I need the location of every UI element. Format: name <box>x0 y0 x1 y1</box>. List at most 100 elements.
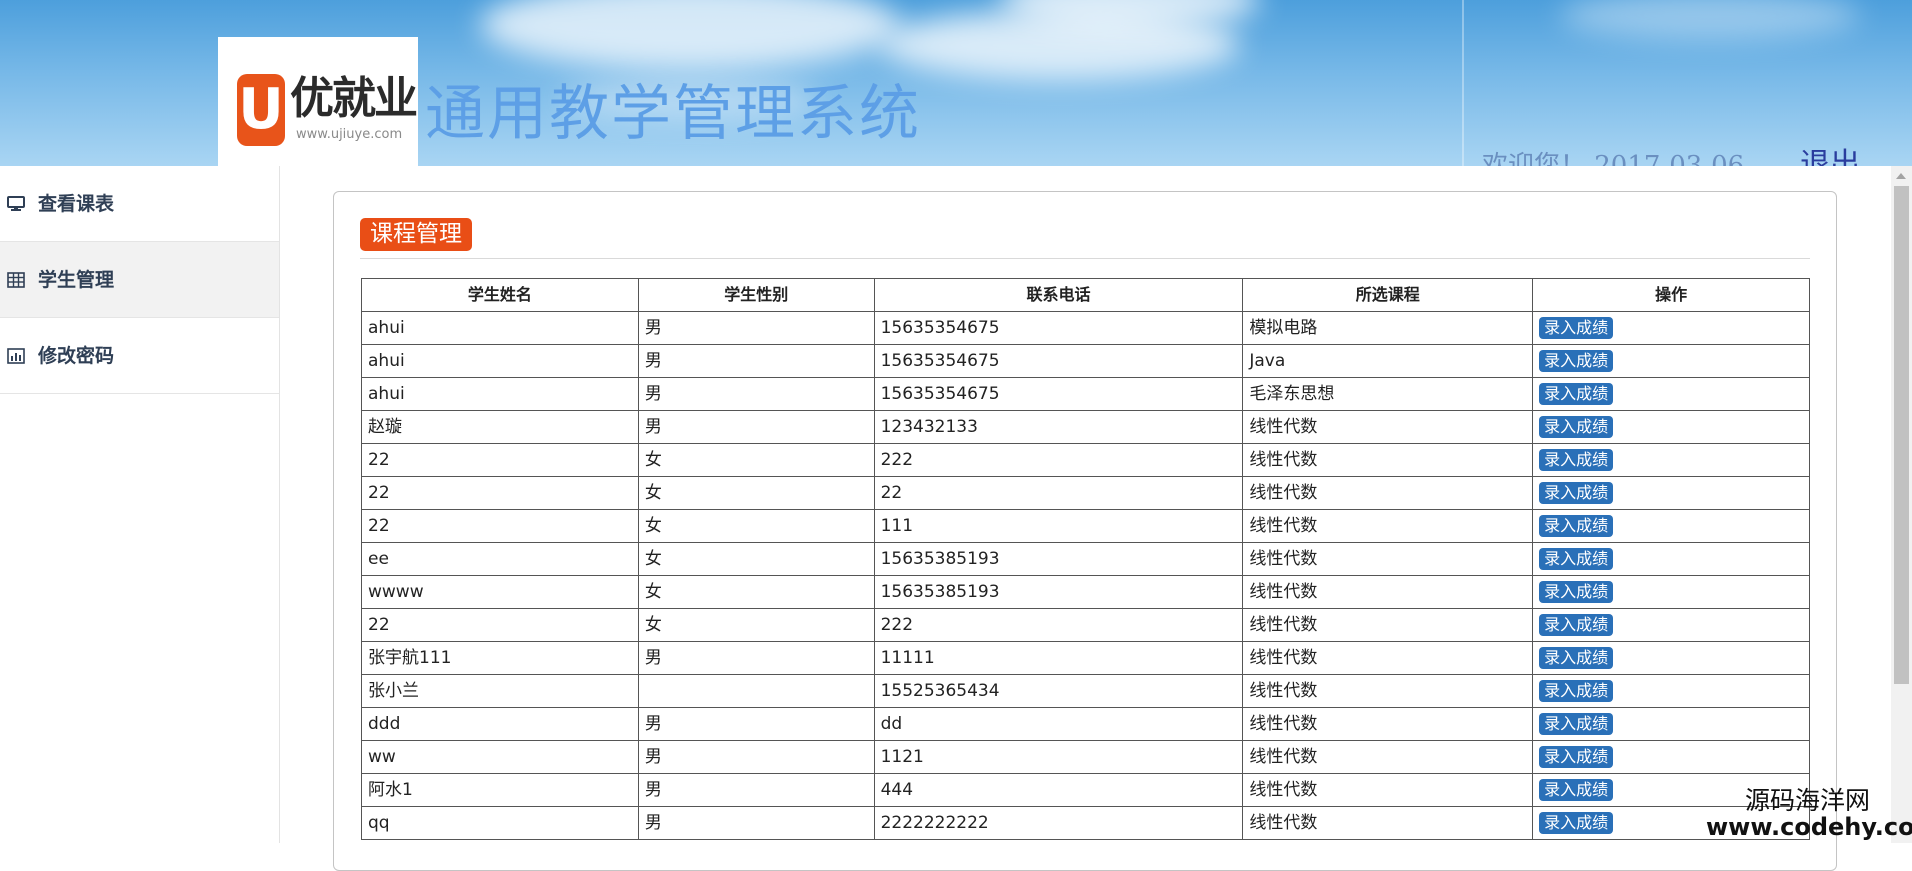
cell-action: 录入成绩 <box>1532 740 1810 774</box>
panel-title: 课程管理 <box>360 218 472 251</box>
cell-action: 录入成绩 <box>1532 410 1810 444</box>
cell-gender: 男 <box>637 740 875 774</box>
table-row: 张宇航111 男 11111 线性代数 录入成绩 <box>361 641 1810 675</box>
watermark-text: 源码海洋网 <box>1745 786 1871 815</box>
enter-grade-button[interactable]: 录入成绩 <box>1539 482 1614 504</box>
column-header-action: 操作 <box>1532 278 1810 312</box>
cell-phone: 111 <box>873 509 1244 543</box>
cell-phone: 1121 <box>873 740 1244 774</box>
enter-grade-button[interactable]: 录入成绩 <box>1539 548 1614 570</box>
cell-action: 录入成绩 <box>1532 608 1810 642</box>
enter-grade-button[interactable]: 录入成绩 <box>1539 416 1614 438</box>
sidebar-item-view-schedule[interactable]: 查看课表 <box>0 166 279 242</box>
cell-gender: 男 <box>637 344 875 378</box>
column-header-phone: 联系电话 <box>873 278 1244 312</box>
cell-student-name: ddd <box>361 707 639 741</box>
cell-student-name: 22 <box>361 476 639 510</box>
table-row: 22 女 222 线性代数 录入成绩 <box>361 443 1810 477</box>
enter-grade-button[interactable]: 录入成绩 <box>1539 350 1614 372</box>
table-header-row: 学生姓名 学生性别 联系电话 所选课程 操作 <box>361 278 1810 312</box>
enter-grade-button[interactable]: 录入成绩 <box>1539 515 1614 537</box>
cell-course: 线性代数 <box>1242 443 1534 477</box>
cell-course: 线性代数 <box>1242 476 1534 510</box>
sidebar-item-student-management[interactable]: 学生管理 <box>0 242 279 318</box>
cell-course: 线性代数 <box>1242 575 1534 609</box>
table-row: 张小兰 15525365434 线性代数 录入成绩 <box>361 674 1810 708</box>
vertical-scrollbar[interactable] <box>1891 166 1912 843</box>
cell-action: 录入成绩 <box>1532 641 1810 675</box>
sidebar-item-label: 查看课表 <box>38 192 115 215</box>
scroll-up-arrow-icon[interactable] <box>1896 173 1906 179</box>
cell-gender: 男 <box>637 806 875 840</box>
cell-student-name: qq <box>361 806 639 840</box>
logo: U 优就业 www.ujiuye.com <box>218 37 418 166</box>
cell-student-name: ahui <box>361 377 639 411</box>
cell-student-name: 22 <box>361 443 639 477</box>
cell-student-name: 阿水1 <box>361 773 639 807</box>
table-row: 赵璇男 123432133 线性代数 录入成绩 <box>361 410 1810 444</box>
cell-action: 录入成绩 <box>1532 509 1810 543</box>
sidebar: 查看课表 学生管理 修改密码 <box>0 166 280 843</box>
cell-gender: 女 <box>637 575 875 609</box>
table-row: 22 女 222 线性代数 录入成绩 <box>361 608 1810 642</box>
table-row: ww 男 1121 线性代数 录入成绩 <box>361 740 1810 774</box>
enter-grade-button[interactable]: 录入成绩 <box>1539 317 1614 339</box>
welcome-text: 欢迎您！ 2017-03-06 <box>1482 151 1745 166</box>
cell-course: 线性代数 <box>1242 674 1534 708</box>
cell-course: Java <box>1242 344 1534 378</box>
enter-grade-button[interactable]: 录入成绩 <box>1539 614 1614 636</box>
sidebar-item-label: 修改密码 <box>38 344 115 367</box>
enter-grade-button[interactable]: 录入成绩 <box>1539 449 1614 471</box>
table-row: ahui 男 15635354675 Java 录入成绩 <box>361 344 1810 378</box>
cell-course: 模拟电路 <box>1242 311 1534 345</box>
cloud-decoration <box>1560 0 1860 40</box>
logo-url: www.ujiuye.com <box>296 127 403 142</box>
cell-course: 线性代数 <box>1242 707 1534 741</box>
cell-gender: 男 <box>637 377 875 411</box>
cell-course: 线性代数 <box>1242 773 1534 807</box>
banner-seam <box>1462 0 1464 166</box>
enter-grade-button[interactable]: 录入成绩 <box>1539 713 1614 735</box>
cell-course: 线性代数 <box>1242 542 1534 576</box>
cell-gender: 女 <box>637 608 875 642</box>
cell-phone: 15525365434 <box>873 674 1244 708</box>
cell-student-name: 张小兰 <box>361 674 639 708</box>
cell-student-name: ee <box>361 542 639 576</box>
cell-phone: 15635354675 <box>873 377 1244 411</box>
column-header-course: 所选课程 <box>1242 278 1534 312</box>
cell-student-name: 22 <box>361 608 639 642</box>
cell-gender: 男 <box>637 311 875 345</box>
cell-course: 线性代数 <box>1242 410 1534 444</box>
cell-phone: 2222222222 <box>873 806 1244 840</box>
table-row: 阿水1 男 444 线性代数 录入成绩 <box>361 773 1810 807</box>
cell-gender: 男 <box>637 773 875 807</box>
logout-link[interactable]: 退出 <box>1800 148 1860 167</box>
enter-grade-button[interactable]: 录入成绩 <box>1539 680 1614 702</box>
scrollbar-thumb[interactable] <box>1894 186 1909 684</box>
enter-grade-button[interactable]: 录入成绩 <box>1539 647 1614 669</box>
cell-phone: 15635385193 <box>873 575 1244 609</box>
monitor-icon <box>6 194 26 214</box>
table-body: ahui 男 15635354675 模拟电路 录入成绩 ahui 男 15635354675… <box>361 311 1810 840</box>
table-row: qq 男 2222222222 线性代数 录入成绩 <box>361 806 1810 840</box>
cell-phone: 222 <box>873 443 1244 477</box>
cell-course: 毛泽东思想 <box>1242 377 1534 411</box>
watermark-url: www.codehy.com <box>1706 813 1912 841</box>
enter-grade-button[interactable]: 录入成绩 <box>1539 383 1614 405</box>
system-title: 通用教学管理系统 <box>425 79 921 149</box>
cell-student-name: 22 <box>361 509 639 543</box>
enter-grade-button[interactable]: 录入成绩 <box>1539 812 1614 834</box>
bar-chart-icon <box>6 346 26 366</box>
cell-phone: 222 <box>873 608 1244 642</box>
cell-phone: 444 <box>873 773 1244 807</box>
sidebar-item-change-password[interactable]: 修改密码 <box>0 318 279 394</box>
cell-gender <box>637 674 875 708</box>
cell-gender: 男 <box>637 707 875 741</box>
logo-mark: U <box>237 74 285 146</box>
table-row: 22 女 22 线性代数 录入成绩 <box>361 476 1810 510</box>
enter-grade-button[interactable]: 录入成绩 <box>1539 581 1614 603</box>
enter-grade-button[interactable]: 录入成绩 <box>1539 779 1614 801</box>
student-table: 学生姓名 学生性别 联系电话 所选课程 操作 ahui 男 15635354675 模… <box>361 278 1810 840</box>
enter-grade-button[interactable]: 录入成绩 <box>1539 746 1614 768</box>
cell-course: 线性代数 <box>1242 641 1534 675</box>
